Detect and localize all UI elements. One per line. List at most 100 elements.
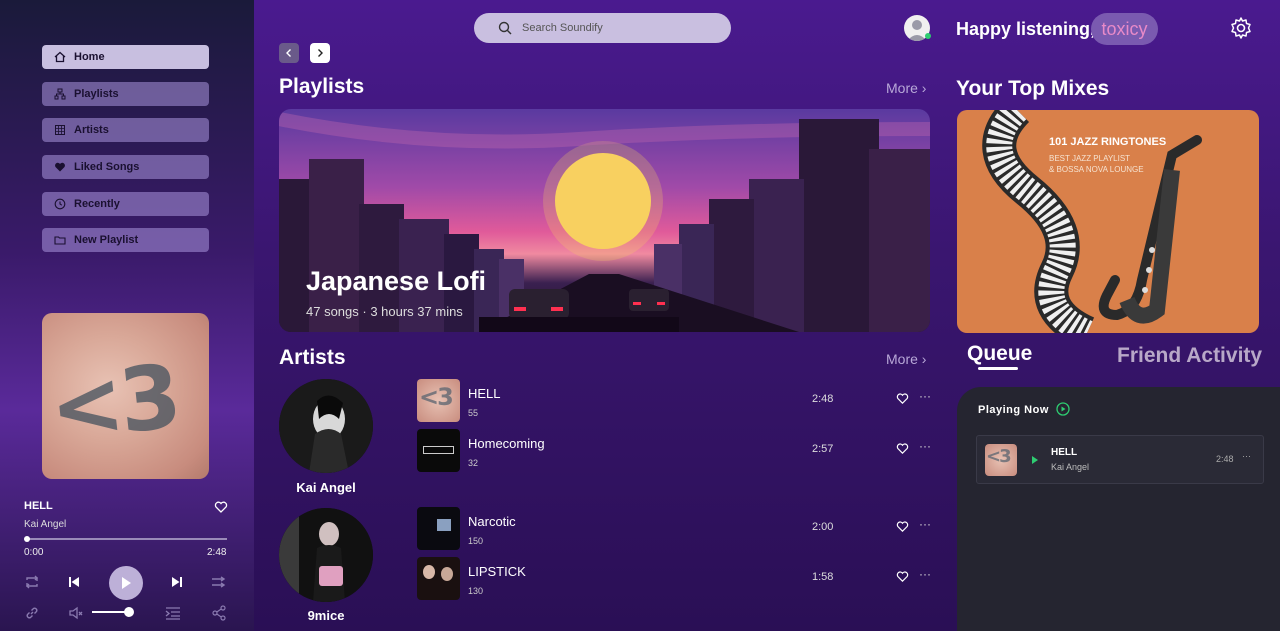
queue-item-title: HELL [1051,447,1078,458]
now-playing-title: HELL [24,500,53,512]
mix-cover-line2: & BOSSA NOVA LOUNGE [1049,165,1144,174]
sidebar-item-new-playlist[interactable]: New Playlist [42,228,209,252]
play-button[interactable] [109,566,143,600]
album-art-image: <3 [44,344,183,461]
tab-queue[interactable]: Queue [967,342,1032,366]
username-badge[interactable]: toxicy [1091,13,1158,45]
song-thumbnail [417,557,460,600]
song-plays: 55 [468,408,479,418]
artist-name[interactable]: Kai Angel [279,480,373,495]
artist-avatar-kai-angel[interactable] [279,379,373,473]
previous-button[interactable] [67,575,81,589]
now-playing-artist[interactable]: Kai Angel [24,519,66,530]
now-playing-album-art: <3 [42,313,209,479]
thumbnail-art: <3 [419,383,454,411]
artist-name[interactable]: 9mice [279,608,373,623]
thumbnail-art [441,567,453,581]
sidebar-item-liked-songs[interactable]: Liked Songs [42,155,209,179]
folder-icon [54,236,66,245]
more-options-icon[interactable]: ··· [919,567,931,581]
song-duration: 2:00 [812,521,834,533]
sidebar-item-label: New Playlist [74,234,139,246]
sidebar-item-artists[interactable]: Artists [42,118,209,142]
shuffle-button[interactable] [211,574,227,590]
skip-back-icon [69,577,79,587]
song-plays: 130 [468,586,484,596]
artists-heading: Artists [279,346,346,369]
link-icon [26,607,38,619]
artist-avatar-9mice[interactable] [279,508,373,602]
more-options-icon[interactable]: ··· [919,517,931,531]
heart-icon[interactable] [896,570,909,583]
volume-icon [69,606,83,620]
artists-more-link[interactable]: More › [886,351,926,367]
heart-icon[interactable] [896,392,909,405]
queue-item-thumbnail: <3 [985,444,1017,476]
featured-playlist-subtitle: 47 songs · 3 hours 37 mins [306,304,463,319]
share-button[interactable] [211,605,227,621]
song-row[interactable]: Homecoming 32 2:57 ··· [417,429,937,473]
song-row[interactable]: Narcotic 150 2:00 ··· [417,507,937,551]
search-input[interactable] [522,22,702,34]
forward-button[interactable] [310,43,330,63]
play-circle-icon [1056,402,1070,416]
heart-icon [55,162,65,172]
gear-icon [1231,17,1251,39]
sidebar-item-label: Home [74,51,105,63]
artists-icon [55,125,65,135]
thumbnail-art [423,446,454,454]
like-heart-icon[interactable] [214,500,228,514]
mix-cover-line1: BEST JAZZ PLAYLIST [1049,154,1131,163]
repeat-icon [26,575,38,589]
more-options-icon[interactable]: ··· [919,389,931,403]
progress-bar[interactable] [26,538,227,540]
search-bar[interactable] [474,13,731,43]
queue-item[interactable]: <3 HELL Kai Angel 2:48 ··· [976,435,1264,484]
queue-panel [957,387,1280,631]
song-thumbnail [417,429,460,472]
song-duration: 2:48 [812,393,834,405]
heart-icon[interactable] [896,442,909,455]
mute-button[interactable] [68,605,86,621]
volume-knob[interactable] [124,607,134,617]
featured-playlist-card[interactable] [279,109,930,332]
mix-card[interactable]: 101 JAZZ RINGTONES BEST JAZZ PLAYLIST & … [957,110,1259,333]
shuffle-icon [212,576,226,588]
sidebar-item-home[interactable]: Home [42,45,209,69]
sidebar-item-label: Recently [74,198,120,210]
copy-link-button[interactable] [24,605,40,621]
sidebar-item-playlists[interactable]: Playlists [42,82,209,106]
tab-friend-activity[interactable]: Friend Activity [1117,344,1262,368]
repeat-button[interactable] [24,574,40,590]
settings-button[interactable] [1229,16,1253,40]
sidebar-item-label: Artists [74,124,109,136]
next-button[interactable] [170,575,184,589]
chevron-left-icon [286,49,291,57]
song-thumbnail [417,507,460,550]
song-row[interactable]: <3 HELL 55 2:48 ··· [417,379,937,423]
more-options-icon[interactable]: ··· [1242,451,1251,461]
playlists-more-link[interactable]: More › [886,80,926,96]
heart-icon[interactable] [896,520,909,533]
song-duration: 2:57 [812,443,834,455]
featured-playlist-title: Japanese Lofi [306,266,487,296]
active-tab-indicator [978,367,1018,370]
sidebar: Home Playlists Artists Liked Songs Recen… [0,0,254,631]
share-icon [212,605,226,621]
more-options-icon[interactable]: ··· [919,439,931,453]
back-button[interactable] [279,43,299,63]
featured-playlist-image [279,112,930,332]
total-time: 2:48 [207,547,227,558]
sidebar-item-label: Playlists [74,88,119,100]
play-icon [122,577,131,589]
home-icon [54,51,66,63]
sidebar-item-recently[interactable]: Recently [42,192,209,216]
song-row[interactable]: LIPSTICK 130 1:58 ··· [417,557,937,601]
progress-knob[interactable] [24,536,30,542]
song-plays: 32 [468,458,479,468]
queue-button[interactable] [165,605,181,621]
more-label: More [886,351,918,367]
chevron-right-icon [318,49,323,57]
queue-item-duration: 2:48 [1216,454,1234,464]
clock-icon [54,198,66,210]
